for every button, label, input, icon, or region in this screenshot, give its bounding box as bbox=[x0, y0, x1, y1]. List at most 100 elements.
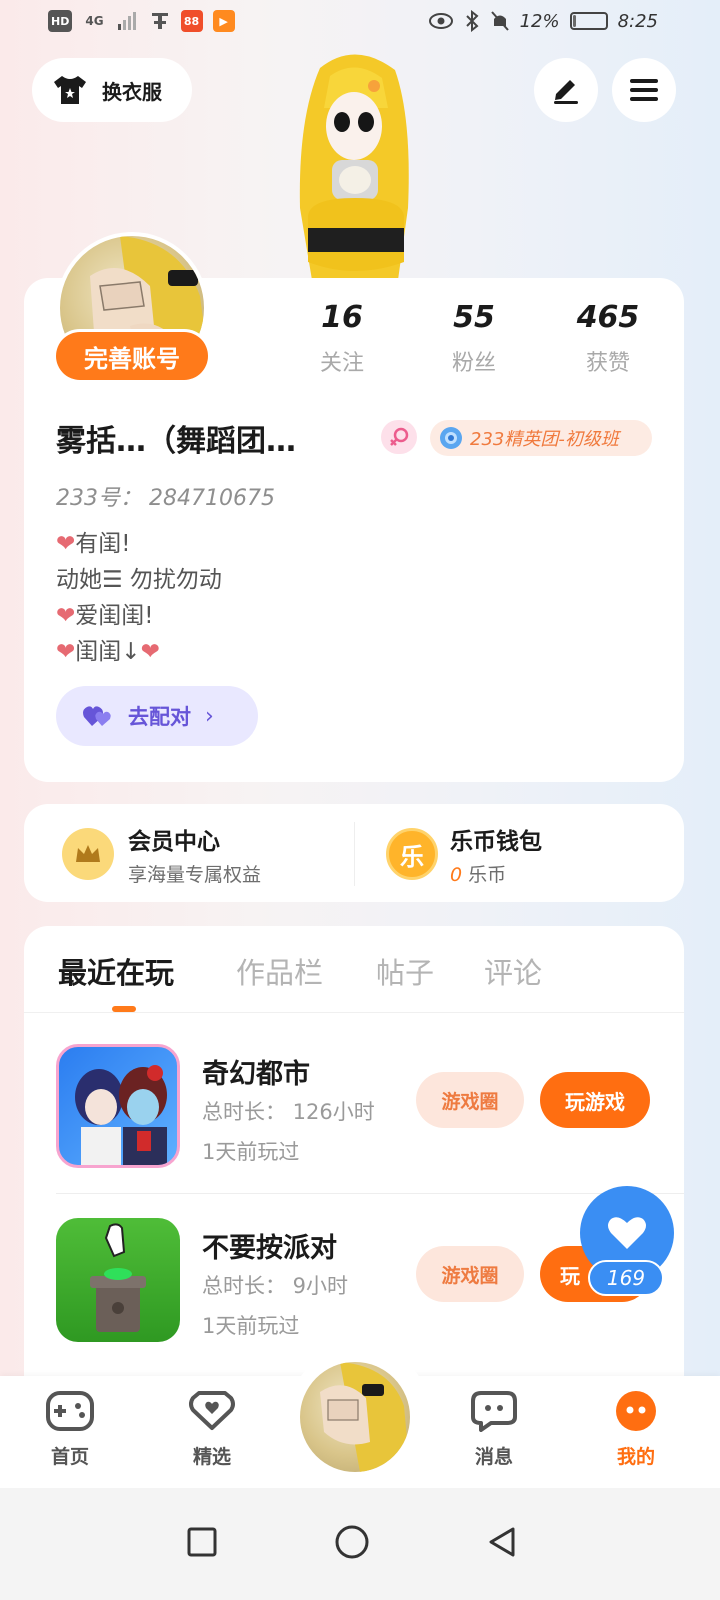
status-bar: HD 4G 88 ▶ 12% 8:25 bbox=[0, 0, 720, 48]
game-circle-button[interactable]: 游戏圈 bbox=[416, 1246, 524, 1302]
change-outfit-button[interactable]: 换衣服 bbox=[32, 58, 192, 122]
signal-icon bbox=[117, 12, 136, 30]
home-button[interactable] bbox=[322, 1512, 382, 1572]
tab-comments[interactable]: 评论 bbox=[484, 950, 542, 992]
coin-amount: 0 bbox=[450, 864, 463, 886]
vip-wallet-card: 会员中心 享海量专属权益 乐 乐币钱包 0 乐币 bbox=[24, 804, 684, 902]
heart-bubble-icon bbox=[189, 1391, 235, 1430]
followers-count: 55 bbox=[453, 300, 495, 335]
chevron-right-icon: › bbox=[205, 703, 214, 729]
coin-wallet-title[interactable]: 乐币钱包 bbox=[450, 822, 542, 856]
level-badge-label: 233精英团-初级班 bbox=[470, 429, 619, 450]
bio-line-text: 有闺! bbox=[75, 531, 131, 557]
nav-messages-label: 消息 bbox=[474, 1446, 513, 1468]
game-circle-button[interactable]: 游戏圈 bbox=[416, 1072, 524, 1128]
match-button[interactable]: 去配对 › bbox=[56, 686, 258, 746]
avatar-image bbox=[320, 1362, 410, 1472]
square-icon bbox=[187, 1527, 217, 1557]
female-icon bbox=[390, 427, 409, 446]
tab-works[interactable]: 作品栏 bbox=[236, 950, 323, 992]
play-game-button[interactable]: 玩游戏 bbox=[540, 1072, 650, 1128]
bio-line: ❤有闺! bbox=[56, 526, 222, 562]
game-last-played: 1天前玩过 bbox=[202, 1140, 300, 1164]
nav-home[interactable]: 首页 bbox=[20, 1390, 120, 1469]
double-heart-icon bbox=[83, 706, 111, 726]
bio-line-text: 爱闺闺! bbox=[75, 603, 154, 629]
heart-icon bbox=[608, 1217, 646, 1249]
following-label: 关注 bbox=[319, 351, 364, 376]
tab-posts[interactable]: 帖子 bbox=[376, 950, 434, 992]
network-4g-icon: 4G bbox=[85, 14, 104, 28]
battery-percent: 12% bbox=[519, 10, 560, 32]
nav-profile-label: 我的 bbox=[616, 1446, 655, 1468]
pen-icon bbox=[554, 80, 578, 104]
activity-card: 最近在玩 作品栏 帖子 评论 奇幻都市 总时长： 126小时 1天前玩过 游戏圈… bbox=[24, 926, 684, 1386]
stat-followers[interactable]: 55 粉丝 bbox=[414, 300, 534, 377]
nav-profile[interactable]: 我的 bbox=[586, 1390, 686, 1469]
notification-icon bbox=[151, 13, 168, 29]
user-id[interactable]: 233号： 284710675 bbox=[56, 480, 275, 512]
like-count-badge: 169 bbox=[588, 1260, 664, 1296]
bio-line: ❤爱闺闺! bbox=[56, 598, 222, 634]
followers-label: 粉丝 bbox=[451, 351, 496, 376]
tab-recent-games[interactable]: 最近在玩 bbox=[58, 950, 174, 992]
bio: ❤有闺! 动她☰ 勿扰勿动 ❤爱闺闺! ❤闺闺↓❤ bbox=[56, 526, 222, 670]
menu-button[interactable] bbox=[612, 58, 676, 122]
likes-count: 465 bbox=[576, 300, 640, 335]
likes-label: 获赞 bbox=[585, 351, 630, 376]
stat-following[interactable]: 16 关注 bbox=[282, 300, 402, 377]
tshirt-icon bbox=[54, 76, 86, 104]
hd-icon: HD bbox=[48, 10, 73, 32]
tabs-divider bbox=[24, 1012, 684, 1013]
heart-icon: ❤ bbox=[56, 531, 76, 557]
center-avatar-button[interactable] bbox=[300, 1362, 410, 1472]
nav-messages[interactable]: 消息 bbox=[444, 1390, 544, 1469]
game-thumbnail[interactable] bbox=[56, 1218, 180, 1342]
game-title: 不要按派对 bbox=[202, 1233, 337, 1264]
system-nav-bar bbox=[0, 1488, 720, 1600]
profile-face-icon bbox=[616, 1391, 656, 1431]
status-left-icons: HD 4G 88 ▶ bbox=[48, 10, 235, 32]
following-count: 16 bbox=[321, 300, 363, 335]
row-divider bbox=[56, 1193, 684, 1194]
bluetooth-icon bbox=[465, 10, 479, 32]
mute-icon bbox=[490, 11, 509, 31]
vip-center-subtitle: 享海量专属权益 bbox=[128, 864, 262, 886]
clock: 8:25 bbox=[617, 10, 658, 32]
gamepad-icon bbox=[46, 1391, 94, 1431]
app-icon-red: 88 bbox=[180, 10, 203, 32]
heart-icon: ❤ bbox=[140, 639, 160, 665]
username: 雾括…（舞蹈团… bbox=[56, 424, 296, 459]
heart-icon: ❤ bbox=[56, 639, 76, 665]
game-title: 奇幻都市 bbox=[202, 1059, 310, 1090]
coin-unit: 乐币 bbox=[468, 864, 507, 886]
complete-account-button[interactable]: 完善账号 bbox=[56, 332, 208, 380]
avatar-character-figure[interactable] bbox=[280, 48, 430, 280]
hamburger-icon bbox=[630, 79, 658, 101]
nav-featured[interactable]: 精选 bbox=[162, 1390, 262, 1469]
bio-line: 动她☰ 勿扰勿动 bbox=[56, 562, 222, 598]
back-button[interactable] bbox=[472, 1512, 532, 1572]
edit-profile-button[interactable] bbox=[534, 58, 598, 122]
bio-line-text: 闺闺↓ bbox=[75, 639, 141, 665]
app-icon-orange: ▶ bbox=[212, 10, 235, 32]
game-art bbox=[75, 1065, 167, 1165]
stat-likes[interactable]: 465 获赞 bbox=[548, 300, 668, 377]
crown-icon bbox=[62, 828, 114, 880]
level-medal-icon bbox=[440, 427, 462, 449]
level-badge[interactable]: 233精英团-初级班 bbox=[430, 420, 652, 456]
status-right-icons: 12% 8:25 bbox=[428, 10, 658, 32]
battery-fill bbox=[572, 15, 577, 27]
gender-badge bbox=[381, 420, 417, 454]
game-total-time: 总时长： 9小时 bbox=[202, 1274, 349, 1298]
nav-home-label: 首页 bbox=[50, 1446, 89, 1468]
vip-center-title[interactable]: 会员中心 bbox=[128, 822, 220, 856]
game-total-time: 总时长： 126小时 bbox=[202, 1100, 375, 1124]
nav-featured-label: 精选 bbox=[192, 1446, 231, 1468]
game-row[interactable]: 奇幻都市 总时长： 126小时 1天前玩过 游戏圈 玩游戏 bbox=[24, 1024, 684, 1196]
triangle-back-icon bbox=[489, 1527, 515, 1557]
game-thumbnail[interactable] bbox=[56, 1044, 180, 1168]
match-button-label: 去配对 bbox=[128, 705, 191, 729]
recent-apps-button[interactable] bbox=[172, 1512, 232, 1572]
bio-line-text: 动她☰ 勿扰勿动 bbox=[56, 567, 222, 593]
